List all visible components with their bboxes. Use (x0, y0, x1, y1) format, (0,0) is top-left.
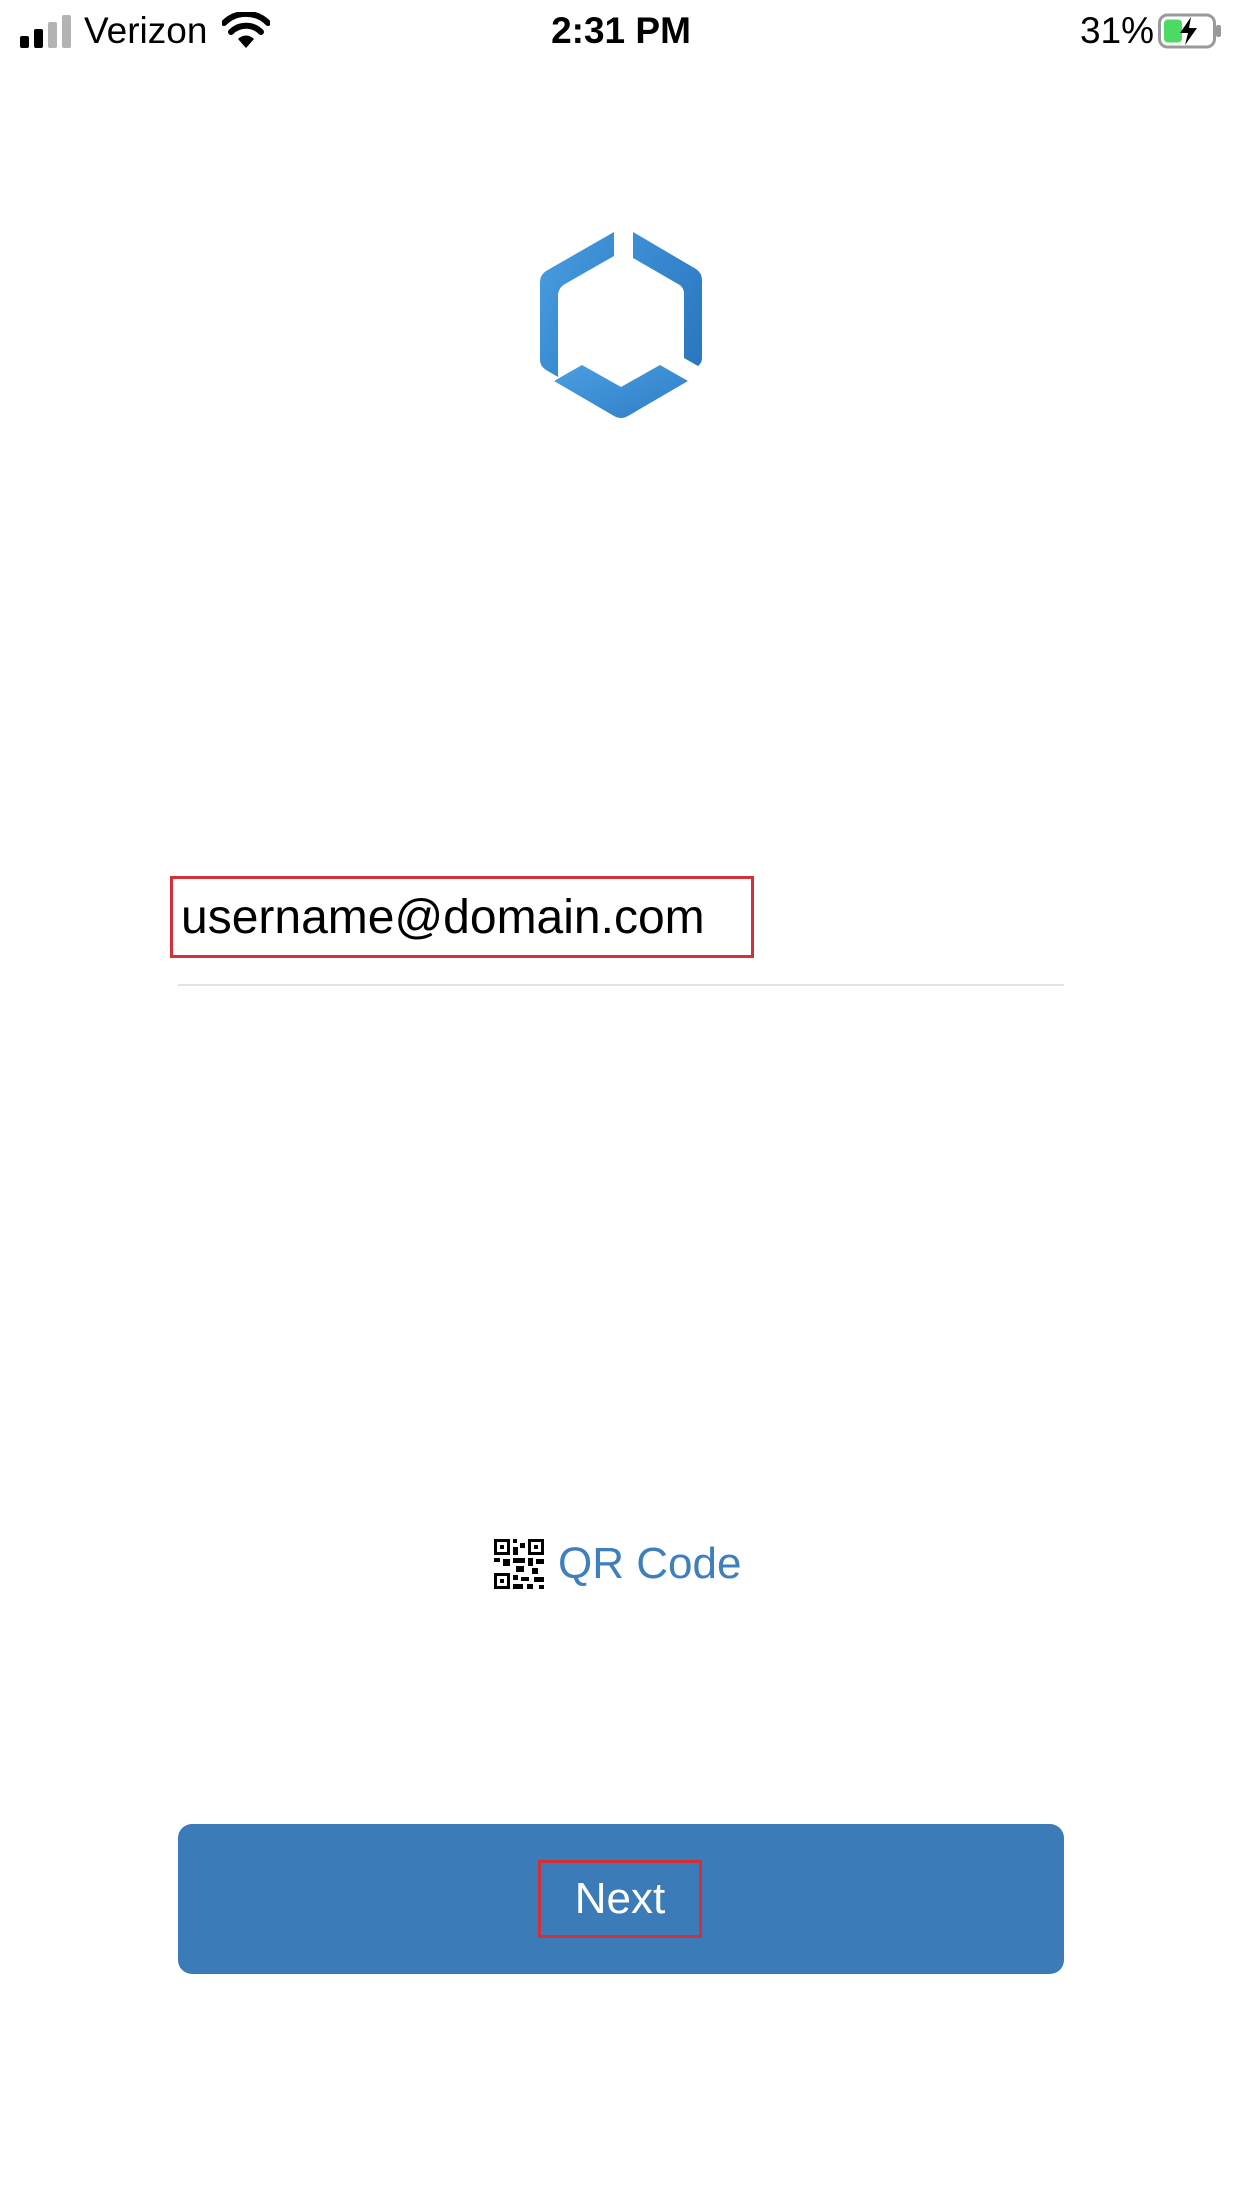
next-button[interactable]: Next (178, 1824, 1064, 1974)
qr-code-label: QR Code (558, 1539, 742, 1588)
battery-percentage: 31% (1079, 10, 1154, 51)
status-bar: Verizon 2:31 PM 31% (0, 0, 1242, 62)
email-field[interactable] (170, 876, 754, 958)
qr-code-link[interactable]: QR Code (494, 1536, 741, 1592)
clock: 2:31 PM (551, 10, 691, 51)
hexagon-logo-icon (540, 232, 702, 418)
email-field-underline (178, 984, 1064, 986)
qr-code-icon (494, 1539, 544, 1589)
next-button-label: Next (538, 1860, 702, 1938)
battery-charging-icon (1158, 13, 1221, 49)
